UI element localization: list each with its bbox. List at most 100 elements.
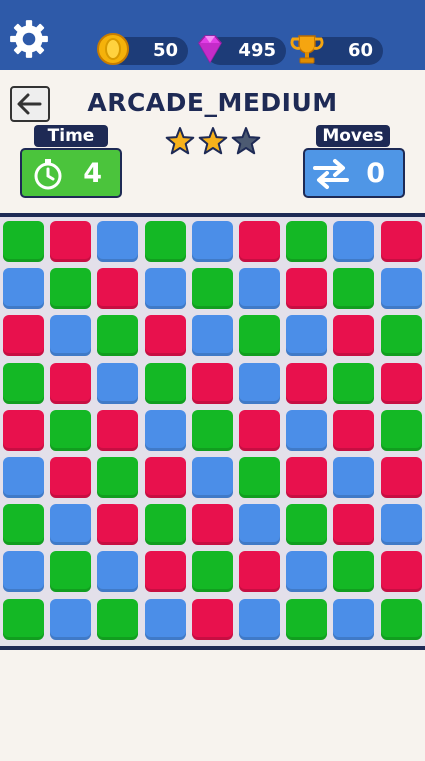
tile-green[interactable] <box>97 457 139 498</box>
tile-green[interactable] <box>286 504 328 546</box>
tile-blue[interactable] <box>97 221 139 262</box>
tile-green[interactable] <box>144 504 186 546</box>
tile-green[interactable] <box>191 551 233 593</box>
tile-blue[interactable] <box>191 221 233 262</box>
tile-red[interactable] <box>380 457 422 498</box>
tile-green[interactable] <box>239 315 280 357</box>
tile-green[interactable] <box>191 409 233 451</box>
tile-green[interactable] <box>380 598 422 640</box>
tile-blue[interactable] <box>286 551 328 593</box>
tile-blue[interactable] <box>97 551 139 593</box>
tile-green[interactable] <box>286 598 328 640</box>
tile-red[interactable] <box>191 362 233 404</box>
level-title: ARCADE_MEDIUM <box>87 88 338 117</box>
tile-blue[interactable] <box>3 551 44 593</box>
tile-red[interactable] <box>333 504 375 546</box>
back-button[interactable] <box>10 86 50 122</box>
tile-red[interactable] <box>286 362 328 404</box>
gem-icon <box>198 35 222 64</box>
tile-red[interactable] <box>3 315 44 357</box>
tile-red[interactable] <box>333 409 375 451</box>
tile-blue[interactable] <box>239 268 280 310</box>
tile-red[interactable] <box>380 362 422 404</box>
tile-red[interactable] <box>50 457 92 498</box>
tile-red[interactable] <box>97 409 139 451</box>
trophies-value: 60 <box>347 40 373 61</box>
back-arrow-icon <box>17 93 42 115</box>
tile-blue[interactable] <box>50 315 92 357</box>
moves-label: Moves <box>316 125 390 147</box>
tile-red[interactable] <box>97 504 139 546</box>
tile-blue[interactable] <box>97 362 139 404</box>
tile-green[interactable] <box>3 362 44 404</box>
tile-green[interactable] <box>333 362 375 404</box>
tile-red[interactable] <box>97 268 139 310</box>
tile-blue[interactable] <box>50 504 92 546</box>
game-board <box>0 213 425 650</box>
tile-red[interactable] <box>239 221 280 262</box>
tile-green[interactable] <box>97 315 139 357</box>
tile-blue[interactable] <box>239 362 280 404</box>
time-value: 4 <box>83 158 102 189</box>
tile-blue[interactable] <box>144 409 186 451</box>
tile-green[interactable] <box>3 221 44 262</box>
star-filled-icon <box>165 127 195 155</box>
tile-red[interactable] <box>191 504 233 546</box>
tile-red[interactable] <box>3 409 44 451</box>
tile-blue[interactable] <box>380 504 422 546</box>
tile-blue[interactable] <box>50 598 92 640</box>
tile-blue[interactable] <box>191 457 233 498</box>
tile-green[interactable] <box>3 598 44 640</box>
tile-blue[interactable] <box>333 221 375 262</box>
tile-green[interactable] <box>380 315 422 357</box>
moves-value: 0 <box>366 158 385 189</box>
tile-green[interactable] <box>50 409 92 451</box>
tile-green[interactable] <box>191 268 233 310</box>
tile-red[interactable] <box>144 315 186 357</box>
tile-red[interactable] <box>144 551 186 593</box>
tile-blue[interactable] <box>144 598 186 640</box>
tile-red[interactable] <box>333 315 375 357</box>
tile-blue[interactable] <box>239 598 280 640</box>
tile-red[interactable] <box>239 551 280 593</box>
tile-blue[interactable] <box>191 315 233 357</box>
tile-red[interactable] <box>380 551 422 593</box>
tile-green[interactable] <box>50 268 92 310</box>
tile-green[interactable] <box>50 551 92 593</box>
tile-blue[interactable] <box>3 457 44 498</box>
tile-red[interactable] <box>191 598 233 640</box>
tile-blue[interactable] <box>333 457 375 498</box>
tile-red[interactable] <box>50 362 92 404</box>
star-rating <box>165 127 261 155</box>
tile-red[interactable] <box>144 457 186 498</box>
tile-red[interactable] <box>50 221 92 262</box>
tile-blue[interactable] <box>286 315 328 357</box>
time-panel: 4 <box>20 148 122 198</box>
coins-value: 50 <box>152 40 178 61</box>
tile-green[interactable] <box>239 457 280 498</box>
tile-green[interactable] <box>144 221 186 262</box>
tile-green[interactable] <box>333 268 375 310</box>
gold-coin-icon <box>97 33 129 65</box>
tile-red[interactable] <box>286 457 328 498</box>
tile-blue[interactable] <box>144 268 186 310</box>
tile-green[interactable] <box>333 551 375 593</box>
tile-green[interactable] <box>144 362 186 404</box>
tile-green[interactable] <box>380 409 422 451</box>
tile-red[interactable] <box>286 268 328 310</box>
tile-green[interactable] <box>97 598 139 640</box>
trophy-icon <box>290 35 324 64</box>
stopwatch-icon <box>34 159 62 190</box>
settings-gear-icon[interactable] <box>8 18 50 60</box>
tile-red[interactable] <box>239 409 280 451</box>
tile-blue[interactable] <box>380 268 422 310</box>
tile-blue[interactable] <box>3 268 44 310</box>
tile-red[interactable] <box>380 221 422 262</box>
star-filled-icon <box>198 127 228 155</box>
tile-blue[interactable] <box>286 409 328 451</box>
swap-arrows-icon <box>313 159 349 189</box>
tile-green[interactable] <box>3 504 44 546</box>
tile-green[interactable] <box>286 221 328 262</box>
tile-blue[interactable] <box>239 504 280 546</box>
tile-blue[interactable] <box>333 598 375 640</box>
